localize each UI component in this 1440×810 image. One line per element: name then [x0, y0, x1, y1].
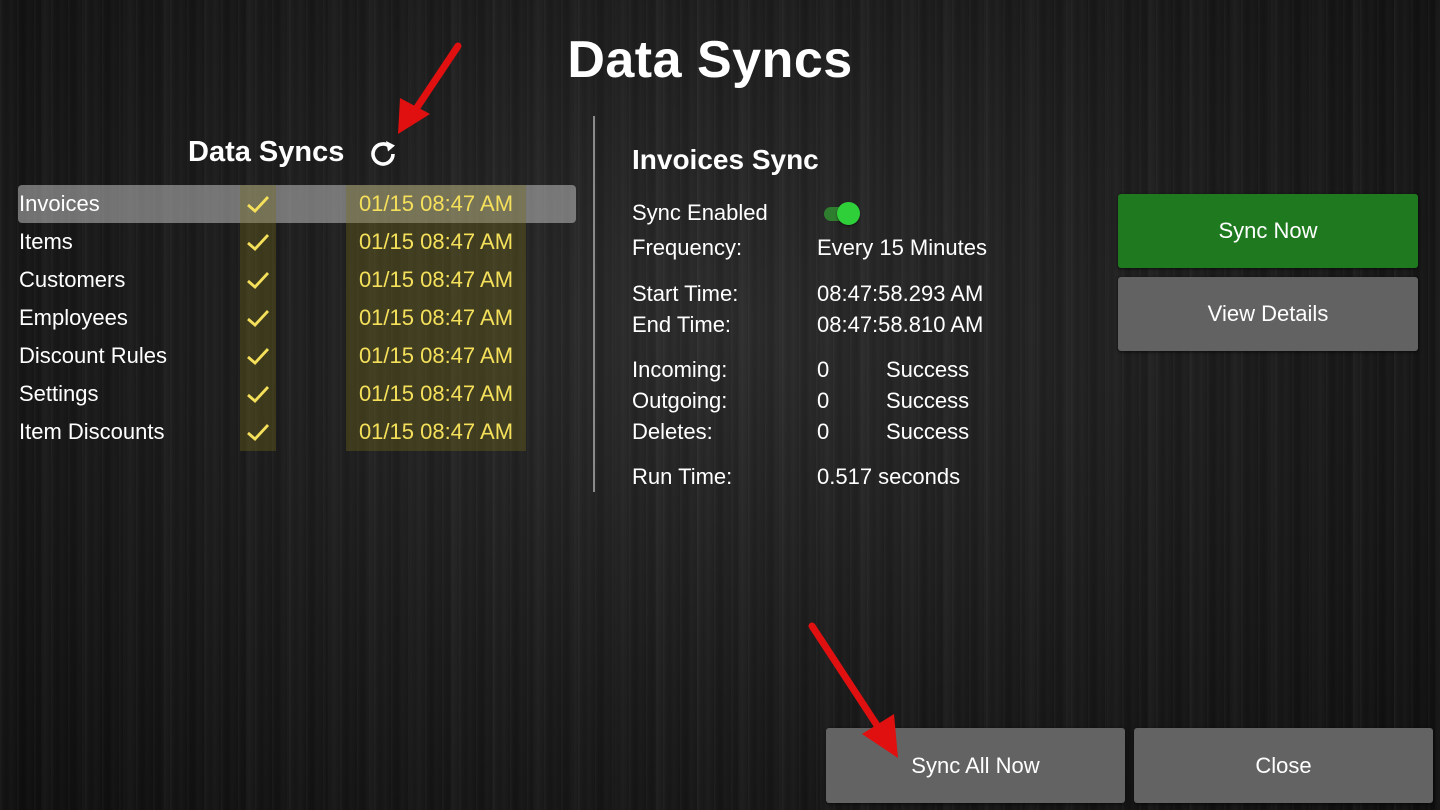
- incoming-value: 0: [817, 357, 830, 382]
- sync-row-employees[interactable]: Employees 01/15 08:47 AM: [18, 299, 576, 337]
- sync-now-button[interactable]: Sync Now: [1118, 194, 1418, 268]
- last-sync-time: 01/15 08:47 AM: [346, 375, 526, 413]
- start-time-label: Start Time:: [632, 281, 739, 306]
- panel-divider: [593, 116, 595, 492]
- sync-name: Settings: [19, 381, 99, 406]
- sync-name: Items: [19, 229, 73, 254]
- checkmark-icon: [240, 299, 276, 337]
- sync-row-items[interactable]: Items 01/15 08:47 AM: [18, 223, 576, 261]
- page-title: Data Syncs: [567, 31, 853, 89]
- sync-name: Discount Rules: [19, 343, 167, 368]
- incoming-label: Incoming:: [632, 357, 728, 382]
- outgoing-status: Success: [886, 388, 970, 413]
- close-button[interactable]: Close: [1134, 728, 1433, 803]
- end-time-label: End Time:: [632, 312, 732, 337]
- sync-row-customers[interactable]: Customers 01/15 08:47 AM: [18, 261, 576, 299]
- last-sync-time: 01/15 08:47 AM: [346, 223, 526, 261]
- frequency-value: Every 15 Minutes: [817, 235, 987, 260]
- deletes-value: 0: [817, 419, 830, 444]
- last-sync-time: 01/15 08:47 AM: [346, 185, 526, 223]
- checkmark-icon: [240, 185, 276, 223]
- sync-row-settings[interactable]: Settings 01/15 08:47 AM: [18, 375, 576, 413]
- run-time-label: Run Time:: [632, 464, 733, 489]
- checkmark-icon: [240, 375, 276, 413]
- last-sync-time: 01/15 08:47 AM: [346, 337, 526, 375]
- outgoing-value: 0: [817, 388, 830, 413]
- refresh-icon[interactable]: [365, 136, 401, 172]
- detail-title: Invoices Sync: [632, 144, 819, 175]
- toggle-thumb: [837, 202, 860, 225]
- outgoing-label: Outgoing:: [632, 388, 728, 413]
- deletes-status: Success: [886, 419, 970, 444]
- last-sync-time: 01/15 08:47 AM: [346, 413, 526, 451]
- sync-enabled-label: Sync Enabled: [632, 200, 768, 225]
- sync-enabled-toggle[interactable]: [824, 202, 860, 225]
- sync-name: Invoices: [19, 191, 100, 216]
- last-sync-time: 01/15 08:47 AM: [346, 261, 526, 299]
- run-time-value: 0.517 seconds: [817, 464, 961, 489]
- frequency-label: Frequency:: [632, 235, 743, 260]
- checkmark-icon: [240, 261, 276, 299]
- checkmark-icon: [240, 223, 276, 261]
- checkmark-icon: [240, 337, 276, 375]
- sync-row-invoices[interactable]: Invoices 01/15 08:47 AM: [18, 185, 576, 223]
- view-details-button[interactable]: View Details: [1118, 277, 1418, 351]
- sync-all-now-button[interactable]: Sync All Now: [826, 728, 1125, 803]
- sync-name: Item Discounts: [19, 419, 165, 444]
- sync-list: Invoices 01/15 08:47 AM Items 01/15 08:4…: [18, 185, 576, 451]
- start-time-value: 08:47:58.293 AM: [817, 281, 984, 306]
- sync-row-discount-rules[interactable]: Discount Rules 01/15 08:47 AM: [18, 337, 576, 375]
- last-sync-time: 01/15 08:47 AM: [346, 299, 526, 337]
- deletes-label: Deletes:: [632, 419, 713, 444]
- sync-list-title: Data Syncs: [188, 136, 345, 168]
- incoming-status: Success: [886, 357, 970, 382]
- checkmark-icon: [240, 413, 276, 451]
- end-time-value: 08:47:58.810 AM: [817, 312, 984, 337]
- sync-name: Customers: [19, 267, 126, 292]
- sync-row-item-discounts[interactable]: Item Discounts 01/15 08:47 AM: [18, 413, 576, 451]
- sync-name: Employees: [19, 305, 128, 330]
